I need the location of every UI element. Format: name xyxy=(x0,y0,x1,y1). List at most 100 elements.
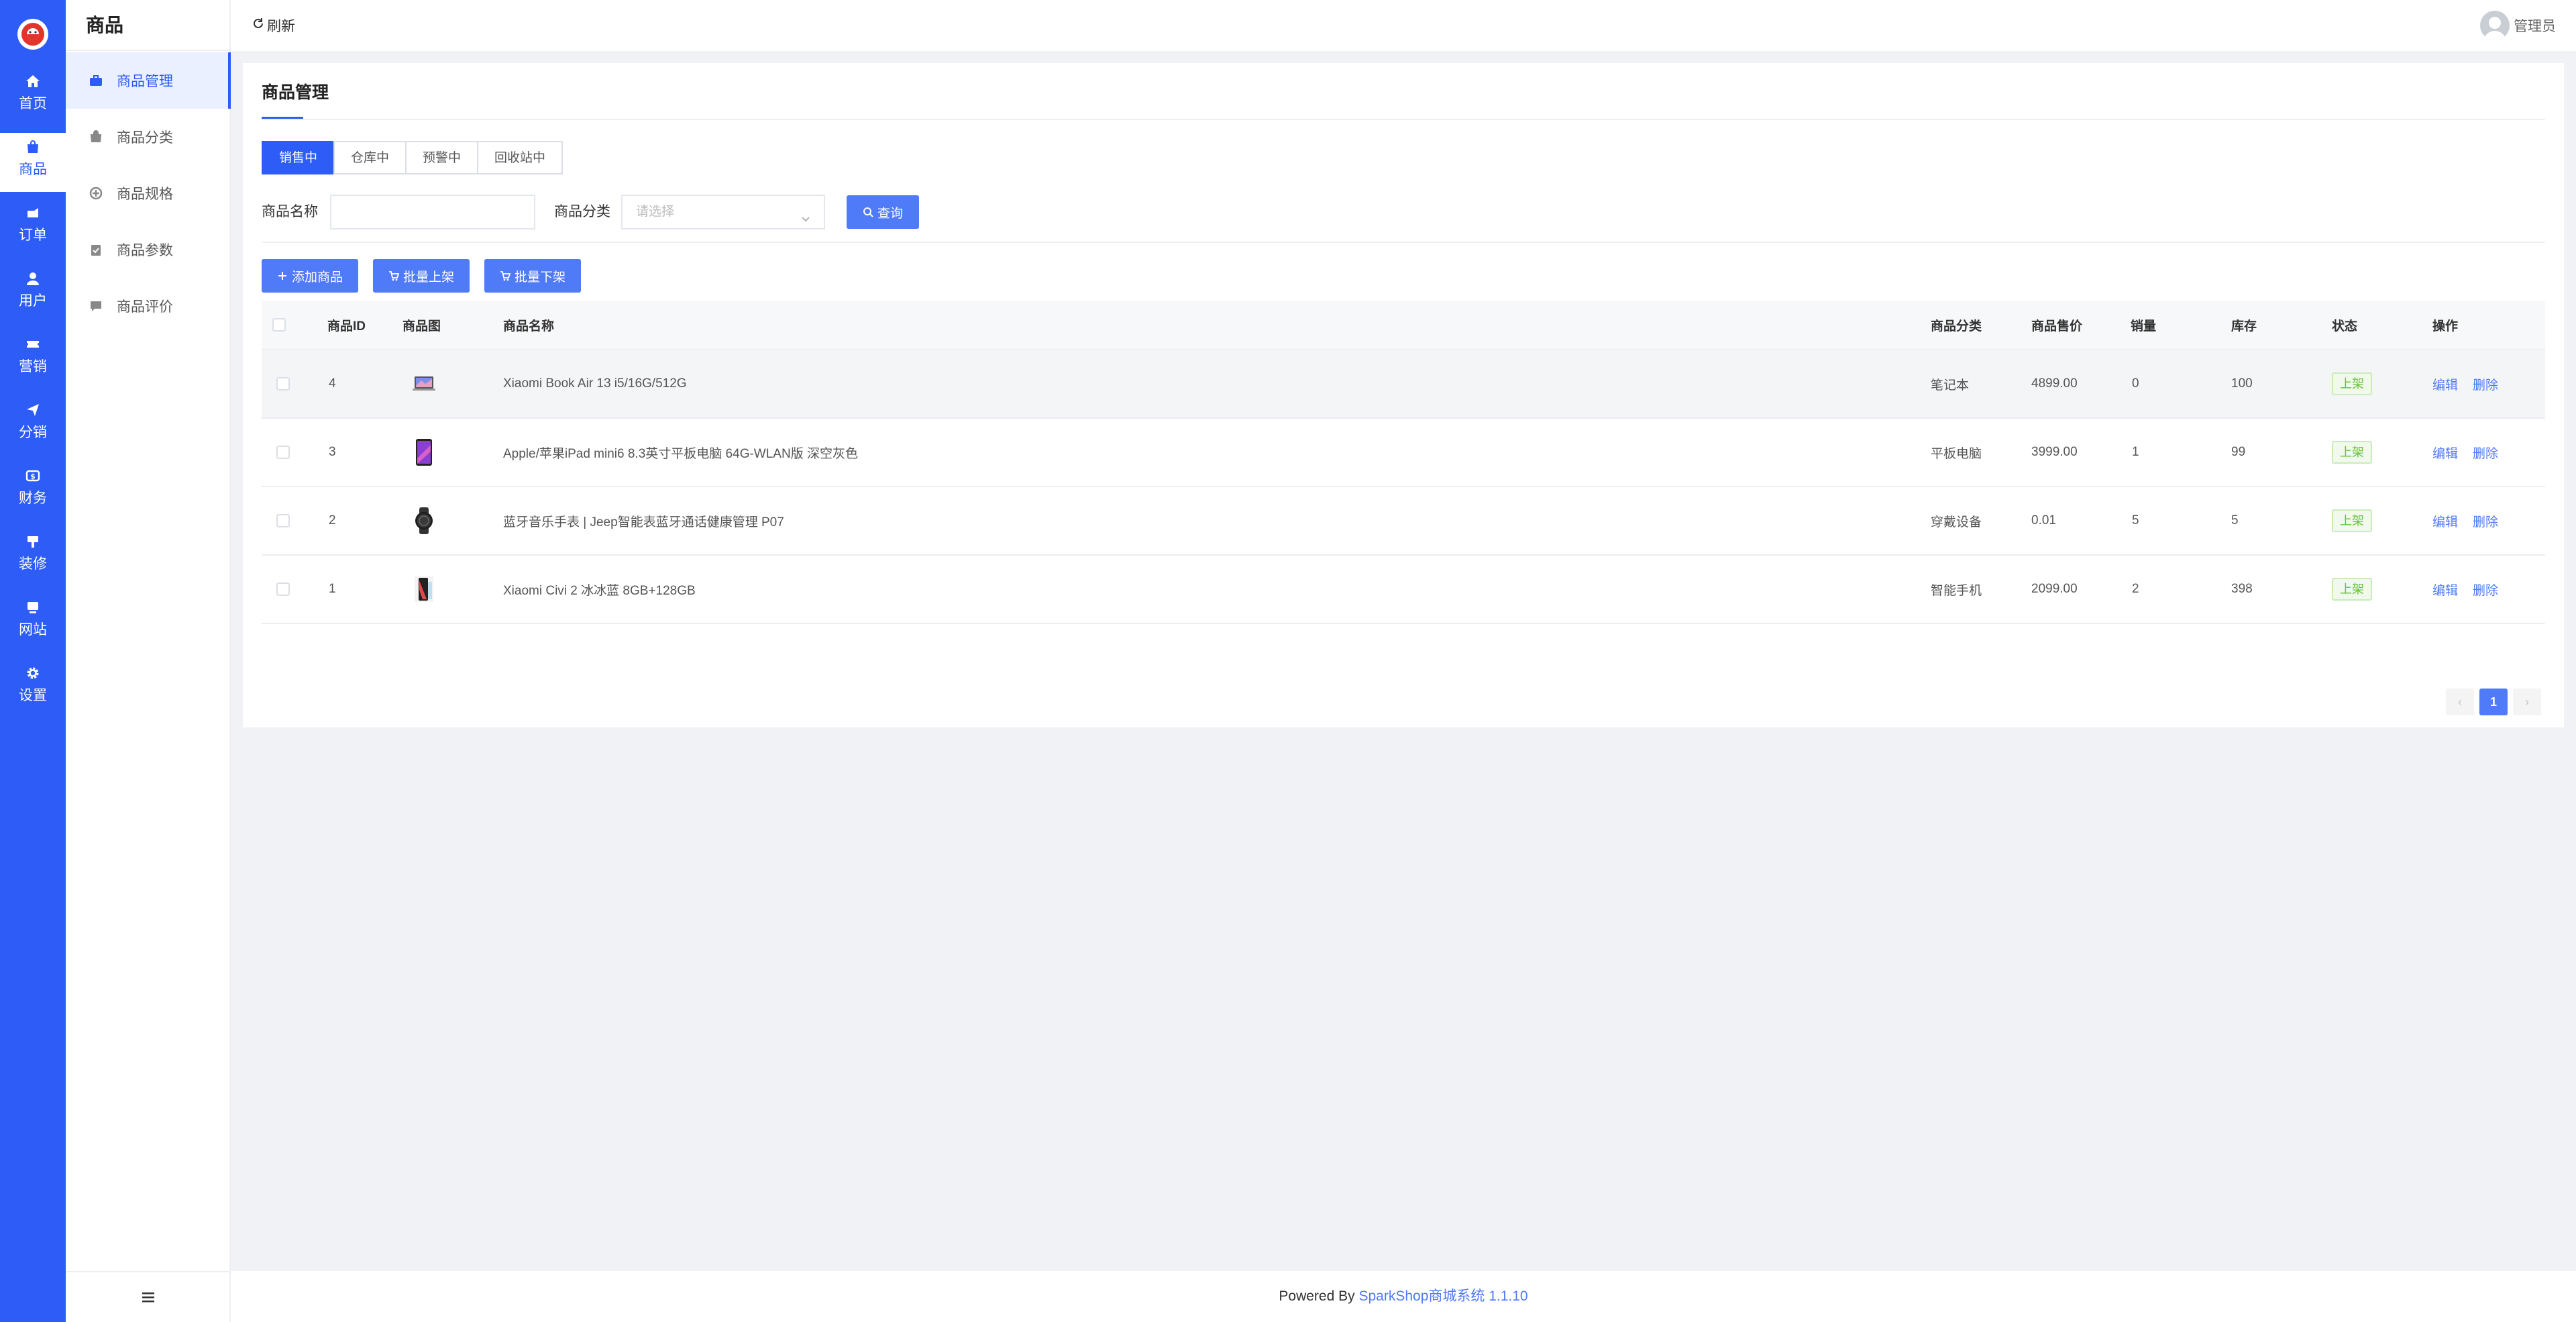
edit-link[interactable]: 编辑 xyxy=(2432,444,2458,462)
hamburger-icon xyxy=(142,1292,154,1303)
cell-ops: 编辑 删除 xyxy=(2432,487,2513,554)
cell-id: 4 xyxy=(329,376,336,391)
rail-item-home[interactable]: 首页 xyxy=(0,67,66,126)
batch-off-shelf-button[interactable]: 批量下架 xyxy=(484,259,581,293)
cell-id: 3 xyxy=(329,445,336,459)
subnav-item-label: 商品分类 xyxy=(117,130,173,146)
page-number-button[interactable]: 1 xyxy=(2479,689,2508,715)
laptop-thumbnail xyxy=(411,370,437,397)
rail-item-label: 网站 xyxy=(19,622,47,638)
subnav-item-label: 商品规格 xyxy=(117,187,173,202)
collapse-menu-button[interactable] xyxy=(66,1271,231,1322)
order-icon xyxy=(0,205,66,225)
delete-link[interactable]: 删除 xyxy=(2473,580,2498,599)
rail-item-finance[interactable]: $ 财务 xyxy=(0,462,66,521)
cell-price: 4899.00 xyxy=(2031,376,2078,391)
rail-item-users[interactable]: 用户 xyxy=(0,264,66,323)
row-checkbox[interactable] xyxy=(276,582,290,596)
table-row: 1 Xiaomi Civi 2 冰冰蓝 8GB+128GB 智能手机 2099.… xyxy=(262,556,2545,624)
rail-item-label: 营销 xyxy=(19,359,47,374)
add-goods-button[interactable]: 添加商品 xyxy=(262,259,358,293)
user-icon xyxy=(0,271,66,291)
next-page-button[interactable]: › xyxy=(2513,689,2541,715)
cell-image xyxy=(411,419,437,486)
search-bar: 商品名称 商品分类 请选择 查询 xyxy=(262,195,2545,230)
footer: Powered By SparkShop商城系统 1.1.10 xyxy=(231,1271,2576,1322)
cart-icon xyxy=(500,270,511,281)
delete-link[interactable]: 删除 xyxy=(2473,444,2498,462)
delete-link[interactable]: 删除 xyxy=(2473,512,2498,530)
goods-table: 商品ID 商品图 商品名称 商品分类 商品售价 销量 库存 状态 操作 4 Xi… xyxy=(262,301,2545,624)
title-underline xyxy=(262,117,303,119)
cell-status: 上架 xyxy=(2332,487,2372,554)
subnav-item-goods-review[interactable]: 商品评价 xyxy=(66,278,231,334)
rail-item-label: 分销 xyxy=(19,425,47,440)
app-logo[interactable] xyxy=(17,19,48,50)
phone-thumbnail xyxy=(411,576,437,603)
cell-stock: 398 xyxy=(2231,582,2253,596)
rail-item-goods[interactable]: 商品 xyxy=(0,133,66,192)
subnav-item-goods-category[interactable]: 商品分类 xyxy=(66,109,231,165)
prev-page-button[interactable]: ‹ xyxy=(2446,689,2474,715)
tab-on-sale[interactable]: 销售中 xyxy=(262,141,335,174)
rail-item-decoration[interactable]: 装修 xyxy=(0,527,66,587)
row-checkbox[interactable] xyxy=(276,446,290,459)
subnav-item-goods-params[interactable]: 商品参数 xyxy=(66,221,231,278)
subnav-item-goods-manage[interactable]: 商品管理 xyxy=(66,52,231,109)
row-checkbox[interactable] xyxy=(276,377,290,391)
main-rail: 首页 商品 订单 用户 营销 分销 $ 财务 装修 网站 设置 xyxy=(0,0,66,1322)
money-icon: $ xyxy=(0,468,66,489)
table-header: 商品ID 商品图 商品名称 商品分类 商品售价 销量 库存 状态 操作 xyxy=(262,301,2545,350)
header-stock: 库存 xyxy=(2231,319,2257,334)
pagination: ‹ 1 › xyxy=(2440,689,2541,715)
row-checkbox[interactable] xyxy=(276,514,290,527)
rail-item-distribution[interactable]: 分销 xyxy=(0,396,66,455)
batch-on-shelf-button[interactable]: 批量上架 xyxy=(373,259,470,293)
tab-recycle-bin[interactable]: 回收站中 xyxy=(477,141,564,174)
edit-link[interactable]: 编辑 xyxy=(2432,375,2458,393)
cell-id: 1 xyxy=(329,582,336,596)
header-status: 状态 xyxy=(2332,319,2358,334)
goods-category-select[interactable]: 请选择 xyxy=(621,195,825,230)
status-tabs: 销售中 仓库中 预警中 回收站中 xyxy=(262,141,564,174)
cell-status: 上架 xyxy=(2332,350,2372,417)
cell-category: 智能手机 xyxy=(1931,583,1982,598)
cell-price: 0.01 xyxy=(2031,513,2056,527)
tab-in-warehouse[interactable]: 仓库中 xyxy=(333,141,407,174)
tab-warning[interactable]: 预警中 xyxy=(405,141,479,174)
delete-link[interactable]: 删除 xyxy=(2473,375,2498,393)
rail-item-orders[interactable]: 订单 xyxy=(0,199,66,258)
edit-link[interactable]: 编辑 xyxy=(2432,580,2458,599)
rail-item-label: 首页 xyxy=(19,96,47,111)
cell-ops: 编辑 删除 xyxy=(2432,419,2513,486)
ticket-icon xyxy=(0,337,66,357)
cell-status: 上架 xyxy=(2332,419,2372,486)
search-icon xyxy=(863,207,873,217)
subnav-item-goods-spec[interactable]: 商品规格 xyxy=(66,165,231,221)
header-category: 商品分类 xyxy=(1931,319,1982,334)
cell-price: 3999.00 xyxy=(2031,445,2078,459)
rail-item-settings[interactable]: 设置 xyxy=(0,659,66,718)
batch-on-shelf-label: 批量上架 xyxy=(402,270,454,285)
cart-icon xyxy=(388,270,399,281)
goods-name-input[interactable] xyxy=(330,195,535,230)
refresh-button[interactable]: 刷新 xyxy=(252,13,295,38)
header-price: 商品售价 xyxy=(2031,319,2083,334)
edit-link[interactable]: 编辑 xyxy=(2432,512,2458,530)
user-menu[interactable]: 管理员 xyxy=(2480,9,2556,42)
table-row: 2 蓝牙音乐手表 | Jeep智能表蓝牙通话健康管理 P07 穿戴设备 0.01… xyxy=(262,487,2545,556)
plus-icon xyxy=(277,270,288,281)
rail-item-website[interactable]: 网站 xyxy=(0,593,66,652)
home-icon xyxy=(0,74,66,94)
chevron-down-icon xyxy=(800,205,812,238)
logo-icon xyxy=(21,23,44,46)
footer-brand-link[interactable]: SparkShop商城系统 1.1.10 xyxy=(1358,1288,1527,1304)
rail-item-label: 商品 xyxy=(19,162,47,177)
table-row: 3 Apple/苹果iPad mini6 8.3英寸平板电脑 64G-WLAN版… xyxy=(262,419,2545,487)
rail-item-marketing[interactable]: 营销 xyxy=(0,330,66,389)
rail-item-label: 订单 xyxy=(19,227,47,243)
cell-ops: 编辑 删除 xyxy=(2432,556,2513,623)
rail-item-label: 设置 xyxy=(19,688,47,703)
select-all-checkbox[interactable] xyxy=(272,318,286,332)
query-button[interactable]: 查询 xyxy=(847,195,919,229)
